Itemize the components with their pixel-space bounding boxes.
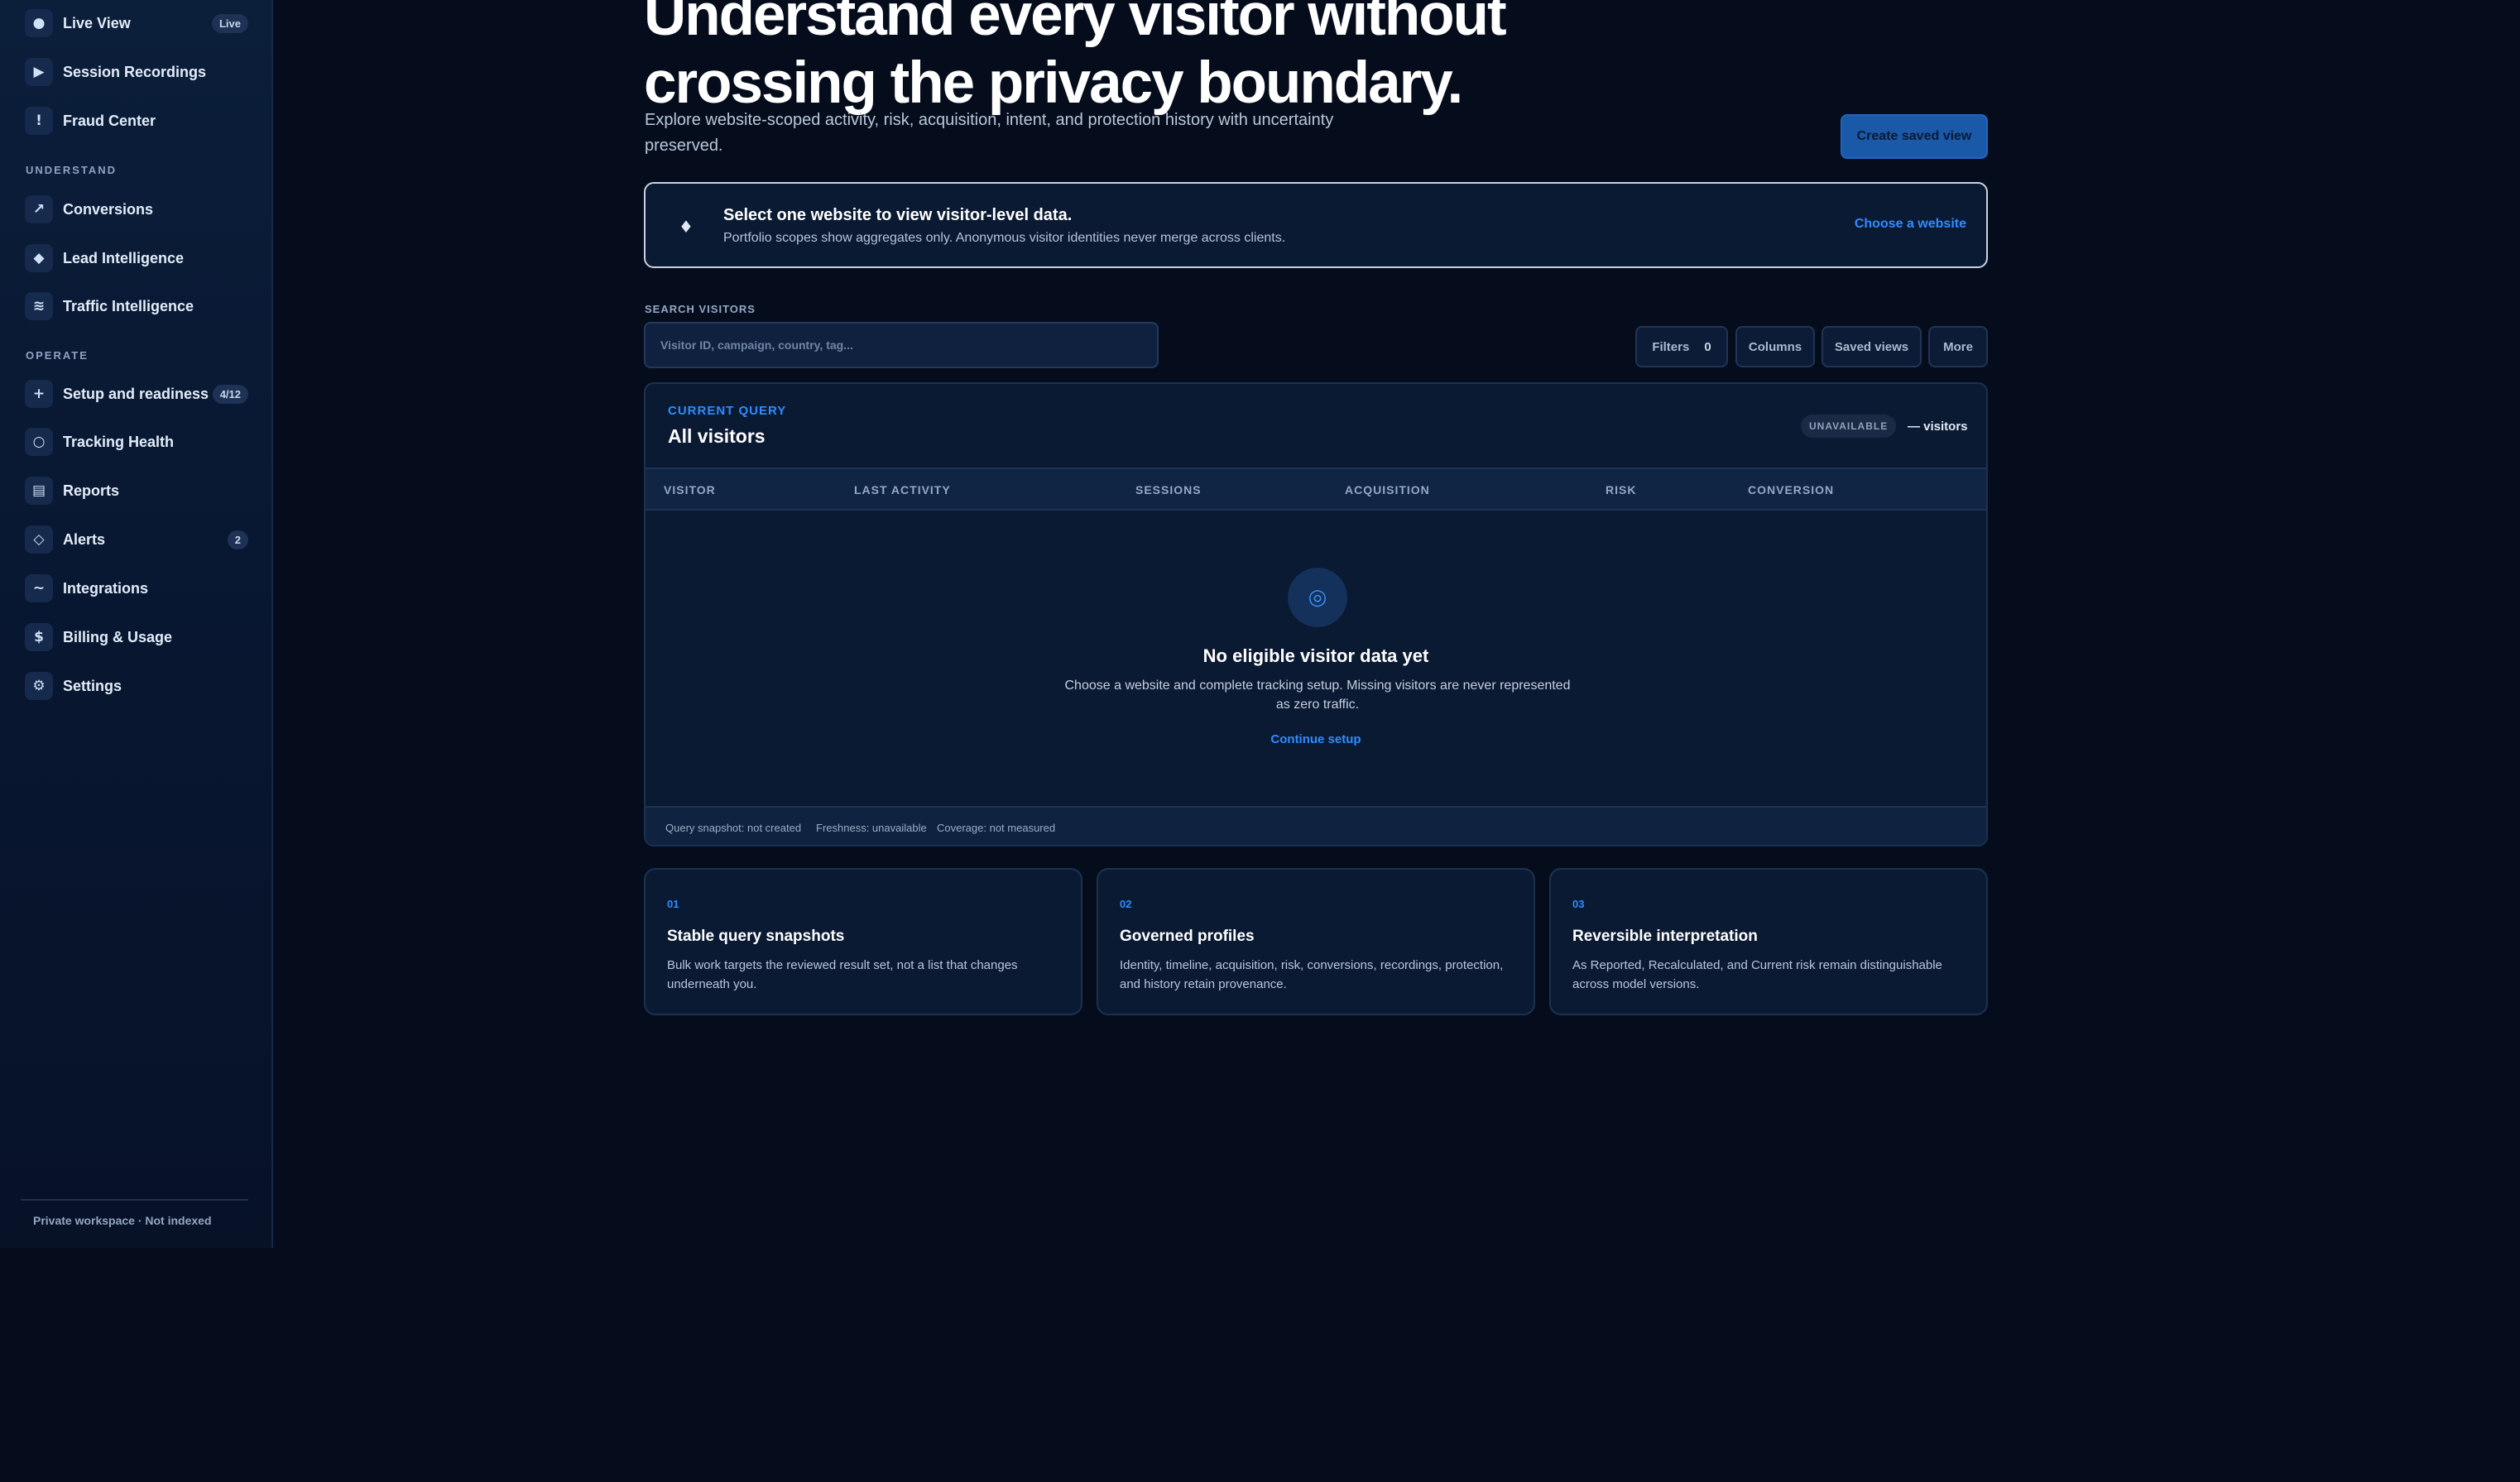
sidebar-item-settings[interactable]: ⚙ Settings (25, 666, 248, 706)
sidebar-item-lead-intelligence[interactable]: ◆ Lead Intelligence (25, 238, 248, 278)
gear-icon: ⚙ (25, 672, 53, 700)
feature-title: Reversible interpretation (1572, 928, 1758, 945)
sidebar-item-reports[interactable]: ▤ Reports (25, 471, 248, 511)
report-icon: ▤ (25, 477, 53, 505)
current-query-label: CURRENT QUERY (668, 404, 787, 418)
feature-number: 02 (1120, 898, 1132, 910)
alert-icon: ! (25, 107, 53, 135)
health-icon: ○ (25, 428, 53, 456)
alerts-icon: ◇ (25, 525, 53, 554)
page-title: Understand every visitor without crossin… (644, 0, 1554, 118)
sidebar-item-label: Alerts (63, 530, 106, 548)
empty-state-text: Choose a website and complete tracking s… (1064, 679, 1571, 712)
page-title-line-2: crossing the privacy boundary. (644, 50, 1463, 116)
empty-state-icon: ◎ (1288, 568, 1347, 627)
visitors-count: — visitors (1908, 420, 1968, 434)
empty-state-title: No eligible visitor data yet (1202, 645, 1429, 666)
column-sessions[interactable]: SESSIONS (1135, 483, 1202, 496)
table-header: VISITOR LAST ACTIVITY SESSIONS ACQUISITI… (646, 468, 1986, 511)
saved-views-button[interactable]: Saved views (1822, 326, 1922, 367)
feature-text: As Reported, Recalculated, and Current r… (1572, 958, 1942, 991)
column-acquisition[interactable]: ACQUISITION (1345, 483, 1430, 496)
column-last-activity[interactable]: LAST ACTIVITY (854, 483, 951, 496)
sidebar-item-label: Integrations (63, 579, 149, 597)
diamond-icon: ♦ (679, 217, 694, 237)
waves-icon: ≋ (25, 292, 53, 320)
freshness-status: Freshness: unavailable (816, 822, 927, 834)
live-badge: Live (211, 13, 248, 33)
play-icon: ▶ (25, 58, 53, 86)
feature-card: 01 Stable query snapshots Bulk work targ… (644, 868, 1082, 1015)
columns-button[interactable]: Columns (1735, 326, 1815, 367)
sidebar-item-fraud-center[interactable]: ! Fraud Center (25, 101, 248, 141)
section-understand: UNDERSTAND (26, 164, 118, 176)
notice-title: Select one website to view visitor-level… (723, 206, 1073, 224)
sidebar-item-label: Fraud Center (63, 112, 156, 129)
sidebar-item-label: Tracking Health (63, 433, 175, 450)
query-title: All visitors (668, 425, 766, 447)
sidebar-item-label: Lead Intelligence (63, 249, 185, 266)
sidebar-item-traffic-intelligence[interactable]: ≋ Traffic Intelligence (25, 286, 248, 326)
trend-icon: ↗ (25, 195, 53, 223)
sidebar-item-integrations[interactable]: ~ Integrations (25, 568, 248, 608)
feature-title: Stable query snapshots (667, 928, 845, 945)
workspace-status: Private workspace · Not indexed (33, 1214, 212, 1227)
feature-card: 03 Reversible interpretation As Reported… (1549, 868, 1988, 1015)
sidebar-item-label: Session Recordings (63, 63, 207, 80)
query-snapshot-status: Query snapshot: not created (665, 822, 802, 834)
dollar-icon: $ (25, 623, 53, 651)
page-subtitle: Explore website-scoped activity, risk, a… (645, 111, 1334, 155)
sidebar-item-session-recordings[interactable]: ▶ Session Recordings (25, 52, 248, 92)
sidebar-item-label: Billing & Usage (63, 628, 173, 645)
feature-title: Governed profiles (1120, 928, 1255, 945)
visitors-table-card: CURRENT QUERY All visitors UNAVAILABLE —… (644, 382, 1988, 847)
continue-setup-button[interactable]: Continue setup (1270, 732, 1361, 746)
search-label: SEARCH VISITORS (645, 303, 756, 315)
sidebar-item-label: Setup and readiness (63, 385, 209, 402)
sidebar-item-label: Conversions (63, 200, 154, 218)
continue-setup-link: Continue setup (646, 732, 1986, 746)
coverage-status: Coverage: not measured (937, 822, 1056, 834)
notice-text: Portfolio scopes show aggregates only. A… (723, 231, 1286, 245)
filters-label: Filters (1652, 339, 1690, 354)
diamond-icon: ◆ (25, 244, 53, 272)
sidebar-item-label: Traffic Intelligence (63, 297, 194, 314)
count-badge: 2 (227, 530, 248, 549)
website-scope-notice: ♦ Select one website to view visitor-lev… (644, 182, 1988, 268)
sidebar-item-label: Settings (63, 677, 122, 694)
plus-icon: + (25, 380, 53, 408)
integrations-icon: ~ (25, 574, 53, 602)
sidebar-item-tracking-health[interactable]: ○ Tracking Health (25, 422, 248, 462)
feature-text: Identity, timeline, acquisition, risk, c… (1120, 958, 1504, 991)
column-visitor[interactable]: VISITOR (664, 483, 716, 496)
status-badge: UNAVAILABLE (1801, 415, 1897, 438)
filters-count: 0 (1704, 339, 1711, 354)
create-saved-view-button[interactable]: Create saved view (1841, 114, 1988, 159)
page-title-line-1: Understand every visitor without (644, 0, 1507, 48)
feature-number: 01 (667, 898, 679, 910)
sidebar: ● Live View Live ▶ Session Recordings ! … (0, 0, 273, 1248)
feature-card: 02 Governed profiles Identity, timeline,… (1097, 868, 1535, 1015)
more-button[interactable]: More (1928, 326, 1988, 367)
sidebar-item-live-view[interactable]: ● Live View Live (25, 3, 248, 43)
section-operate: OPERATE (26, 349, 89, 362)
sidebar-item-billing-usage[interactable]: $ Billing & Usage (25, 617, 248, 657)
sidebar-item-alerts[interactable]: ◇ Alerts 2 (25, 520, 248, 559)
query-meta-footer: Query snapshot: not created Freshness: u… (646, 806, 1986, 845)
filters-button[interactable]: Filters 0 (1635, 326, 1728, 367)
progress-badge: 4/12 (212, 384, 248, 404)
sidebar-divider (21, 1199, 248, 1201)
sidebar-item-conversions[interactable]: ↗ Conversions (25, 189, 248, 229)
column-conversion[interactable]: CONVERSION (1748, 483, 1834, 496)
sidebar-item-setup-readiness[interactable]: + Setup and readiness 4/12 (25, 374, 248, 414)
sidebar-item-label: Reports (63, 482, 120, 499)
search-input[interactable] (644, 322, 1159, 368)
dot-icon: ● (25, 9, 53, 37)
sidebar-item-label: Live View (63, 14, 131, 31)
feature-number: 03 (1572, 898, 1585, 910)
feature-text: Bulk work targets the reviewed result se… (667, 958, 1018, 991)
choose-website-link[interactable]: Choose a website (1855, 217, 1966, 232)
column-risk[interactable]: RISK (1606, 483, 1636, 496)
